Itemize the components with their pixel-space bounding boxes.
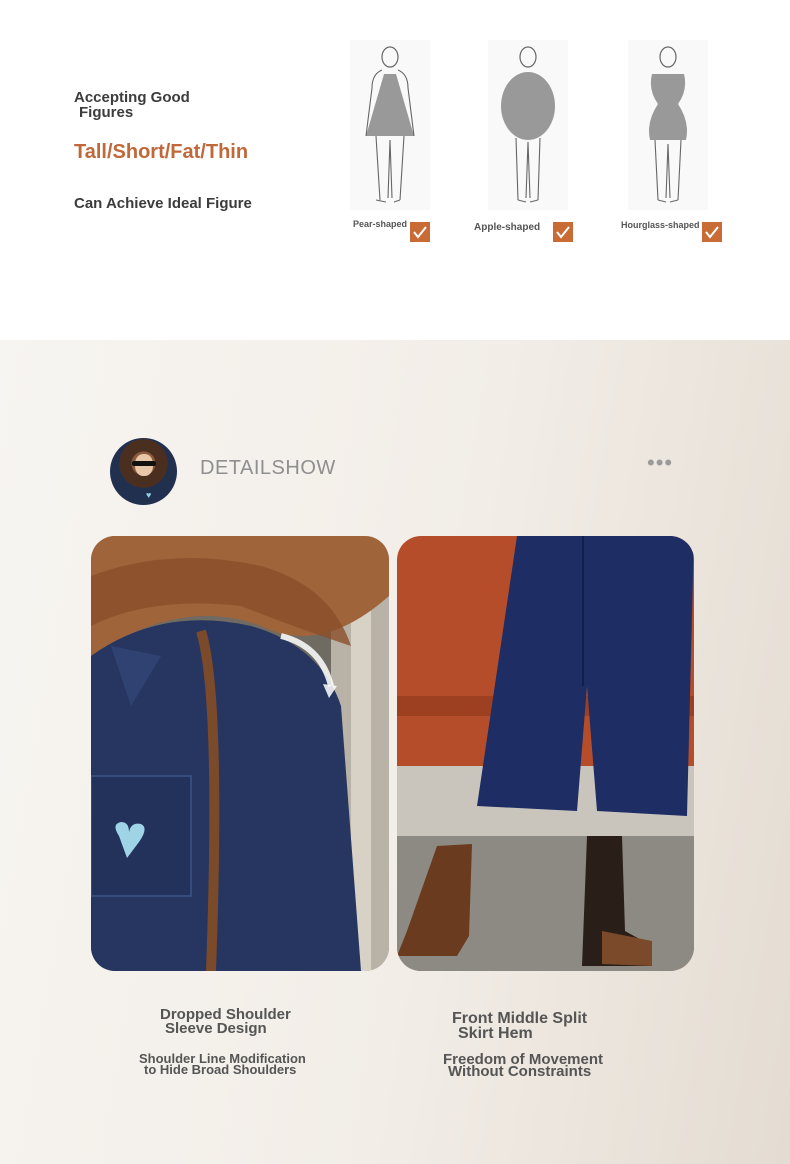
sunglasses-icon [132,461,156,466]
body-type-label: Hourglass-shaped [621,220,700,230]
shoulder-feature-title-line-2: Sleeve Design [165,1020,267,1037]
shoulder-detail-photo [91,536,389,971]
body-type-label: Pear-shaped [353,219,408,229]
split-feature-description: Freedom of Movement Without Constraints [443,1052,603,1080]
check-icon [410,222,430,242]
split-feature-desc-line-2: Without Constraints [448,1063,592,1080]
check-icon [553,222,573,242]
shoulder-feature-title: Dropped Shoulder Sleeve Design [160,1007,291,1037]
hourglass-figure-illustration [628,40,708,210]
body-type-label: Apple-shaped [474,222,541,233]
detail-show-title: DETAILSHOW [200,457,336,479]
avatar: ♥ [110,438,177,505]
shoulder-feature-description: Shoulder Line Modification to Hide Broad… [139,1052,306,1077]
split-feature-title-line-2: Skirt Hem [458,1025,533,1042]
claim-heading: Accepting Good Figures [74,90,190,120]
claim-line-2: Figures [79,104,134,121]
more-horizontal-icon[interactable]: ••• [647,452,675,477]
detail-show-section: ♥ DETAILSHOW ••• Dropped Shoulder Sleeve… [0,340,790,1164]
apple-figure-illustration [488,40,568,210]
pear-figure-illustration [350,40,430,210]
body-figures-section: Accepting Good Figures Tall/Short/Fat/Th… [0,0,790,340]
claim-subheading: Can Achieve Ideal Figure [74,195,252,212]
claim-highlight: Tall/Short/Fat/Thin [74,141,249,163]
shoulder-feature-desc-line-2: to Hide Broad Shoulders [144,1062,297,1077]
heart-icon: ♥ [146,490,152,500]
skirt-split-photo [397,536,694,971]
check-icon [702,222,722,242]
split-feature-title: Front Middle Split Skirt Hem [452,1011,587,1042]
